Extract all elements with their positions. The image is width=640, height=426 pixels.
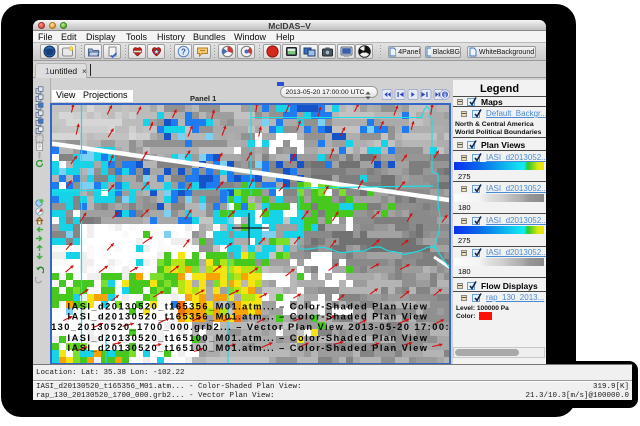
svg-text:IASI_d20130520_t165100_M01.atm: IASI_d20130520_t165100_M01.atm... – Colo… [68,333,429,343]
svg-text:IASI_d20130520_t165356_M01.atm: IASI_d20130520_t165356_M01.atm... – Colo… [68,312,429,322]
svg-text:rap_130_20130520_1700_000.grb2: rap_130_20130520_1700_000.grb2... – Vect… [52,322,449,332]
svg-text:i: i [444,92,446,99]
svg-text:?: ? [181,47,186,56]
svg-text:IASI_d20130520_t165100_M01.atm: IASI_d20130520_t165100_M01.atm... – Colo… [68,343,429,353]
svg-text:IASI_d20130520_t165356_M01.atm: IASI_d20130520_t165356_M01.atm... – Colo… [68,302,429,312]
